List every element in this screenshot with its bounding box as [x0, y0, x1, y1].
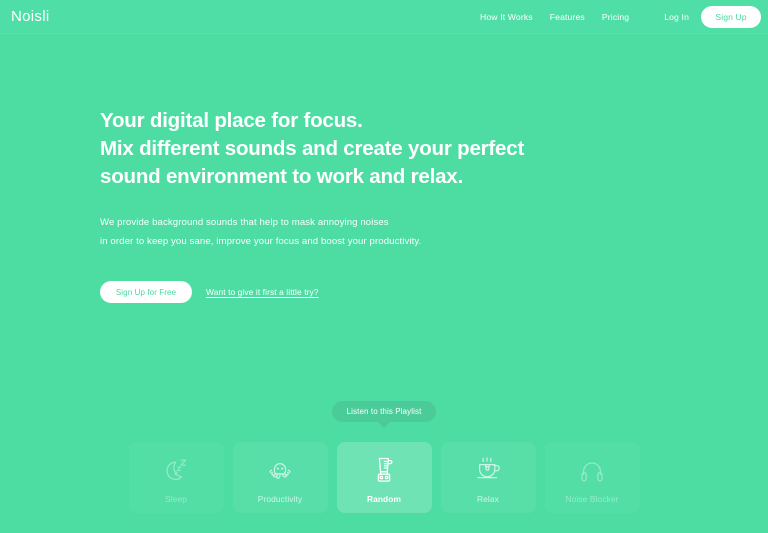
- subtext-line-2: in order to keep you sane, improve your …: [100, 236, 422, 247]
- playlist-card-label: Productivity: [257, 494, 303, 504]
- playlist-card-label: Sleep: [165, 494, 187, 504]
- nav-pricing[interactable]: Pricing: [602, 12, 629, 22]
- headline-line-3: sound environment to work and relax.: [100, 165, 464, 188]
- playlist-card-label: Random: [366, 494, 402, 504]
- nav-features[interactable]: Features: [550, 12, 585, 22]
- site-header: Noisli How It Works Features Pricing Log…: [0, 0, 768, 33]
- signup-for-free-button[interactable]: Sign Up for Free: [100, 281, 192, 303]
- teacup-icon: [472, 451, 504, 485]
- playlist-tooltip-label: Listen to this Playlist: [346, 407, 422, 416]
- noisli-landing-page: Noisli How It Works Features Pricing Log…: [0, 0, 768, 533]
- signup-button[interactable]: Sign Up: [701, 5, 761, 28]
- playlist-tooltip-wrapper: Listen to this Playlist: [0, 401, 768, 428]
- playlist-card-row: Sleep Productivity Random Relax Noise Bl…: [0, 442, 768, 513]
- subtext-line-1: We provide background sounds that help t…: [100, 217, 389, 228]
- header-divider: [0, 33, 768, 34]
- try-it-link[interactable]: Want to give it first a little try?: [206, 287, 319, 297]
- cta-row: Sign Up for Free Want to give it first a…: [100, 281, 319, 303]
- headline-line-1: Your digital place for focus.: [100, 109, 363, 132]
- moon-zzz-icon: [161, 451, 191, 485]
- headphones-icon: [577, 451, 607, 485]
- playlist-card-sleep[interactable]: Sleep: [129, 442, 224, 513]
- octopus-icon: [265, 451, 295, 485]
- playlist-card-random[interactable]: Random: [336, 442, 432, 513]
- nav-how-it-works[interactable]: How It Works: [480, 12, 533, 22]
- playlist-card-label: Relax: [477, 494, 499, 504]
- main-navigation: How It Works Features Pricing Log In Sig…: [480, 5, 768, 28]
- playlist-card-label: Noise Blocker: [565, 494, 619, 504]
- playlist-card-productivity[interactable]: Productivity: [232, 442, 328, 513]
- nav-log-in[interactable]: Log In: [664, 12, 689, 22]
- playlist-card-noise-blocker[interactable]: Noise Blocker: [545, 442, 640, 513]
- blender-icon: [369, 451, 399, 485]
- hero-subtext: We provide background sounds that help t…: [100, 213, 660, 251]
- tooltip-arrow-icon: [378, 422, 390, 428]
- signup-button-label: Sign Up: [715, 11, 747, 22]
- playlist-card-relax[interactable]: Relax: [440, 442, 536, 513]
- playlist-tooltip: Listen to this Playlist: [331, 401, 437, 422]
- page-bottom-fill: [0, 513, 768, 533]
- headline-line-2: Mix different sounds and create your per…: [100, 137, 525, 160]
- noisli-logo[interactable]: Noisli: [11, 9, 49, 24]
- hero-section: Your digital place for focus. Mix differ…: [100, 107, 660, 251]
- signup-for-free-label: Sign Up for Free: [115, 287, 177, 297]
